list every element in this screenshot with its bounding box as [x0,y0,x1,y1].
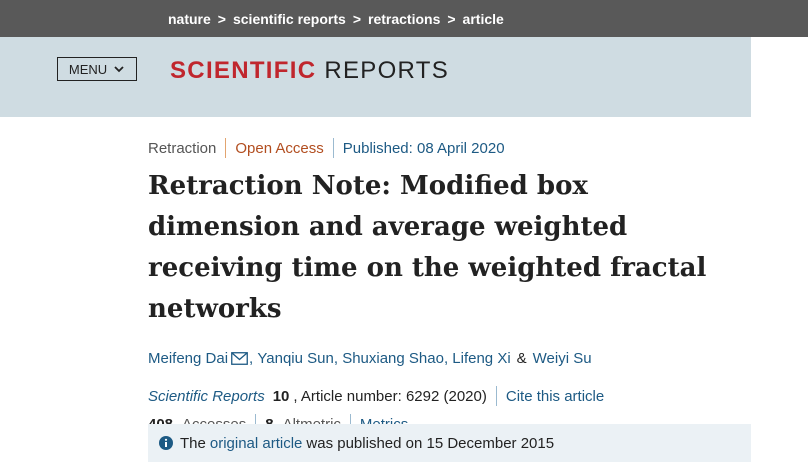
envelope-icon[interactable] [231,352,248,365]
breadcrumb-item-scientific-reports[interactable]: scientific reports [233,11,346,27]
breadcrumb-item-article[interactable]: article [463,11,504,27]
breadcrumb: nature > scientific reports > retraction… [168,11,504,27]
author-ampersand: & [516,350,527,367]
page-title: Retraction Note: Modified box dimension … [148,171,707,324]
breadcrumb-separator-icon: > [352,10,361,27]
info-icon [159,436,173,450]
author-separator: , [333,350,339,367]
author-link[interactable]: Yanqiu Sun [257,350,333,367]
open-access-label: Open Access [235,139,324,157]
menu-button[interactable]: MENU [57,57,137,81]
breadcrumb-item-retractions[interactable]: retractions [368,11,440,27]
meta-divider [332,138,334,158]
site-header: MENU SCIENTIFIC REPORTS [0,37,751,117]
author-list: Meifeng Dai , Yanqiu Sun , Shuxiang Shao… [148,350,768,367]
original-article-link[interactable]: original article [210,435,303,452]
author-link[interactable]: Weiyi Su [533,350,592,367]
meta-divider [225,138,227,158]
volume-number: 10 [272,387,290,405]
menu-label: MENU [68,61,108,77]
site-logo[interactable]: SCIENTIFIC REPORTS [170,57,449,85]
notice-suffix: was published on 15 December 2015 [306,434,555,452]
notice-prefix: The [180,434,206,452]
breadcrumb-bar: nature > scientific reports > retraction… [0,0,808,37]
cite-this-article-link[interactable]: Cite this article [506,388,604,405]
author-link[interactable]: Meifeng Dai [148,350,228,367]
article-header: Retraction Open Access Published: 08 Apr… [148,134,768,434]
logo-word-scientific: SCIENTIFIC [170,57,317,84]
citation-row: Scientific Reports 10 , Article number: … [148,386,768,406]
chevron-down-icon [114,66,124,73]
breadcrumb-separator-icon: > [447,10,456,27]
author-separator: , [249,350,254,367]
article-number: , Article number: 6292 (2020) [293,387,487,405]
author-separator: , [443,350,449,367]
article-type: Retraction [148,139,217,157]
retraction-notice-banner: The original article was published on 15… [148,424,751,462]
author-link[interactable]: Lifeng Xi [452,350,510,367]
published-date: Published: 08 April 2020 [342,139,505,157]
meta-divider [495,386,497,406]
journal-name-link[interactable]: Scientific Reports [148,388,265,405]
logo-word-reports: REPORTS [324,57,450,84]
breadcrumb-item-nature[interactable]: nature [168,11,211,27]
breadcrumb-separator-icon: > [217,10,226,27]
author-link[interactable]: Shuxiang Shao [342,350,444,367]
article-meta: Retraction Open Access Published: 08 Apr… [148,134,768,162]
